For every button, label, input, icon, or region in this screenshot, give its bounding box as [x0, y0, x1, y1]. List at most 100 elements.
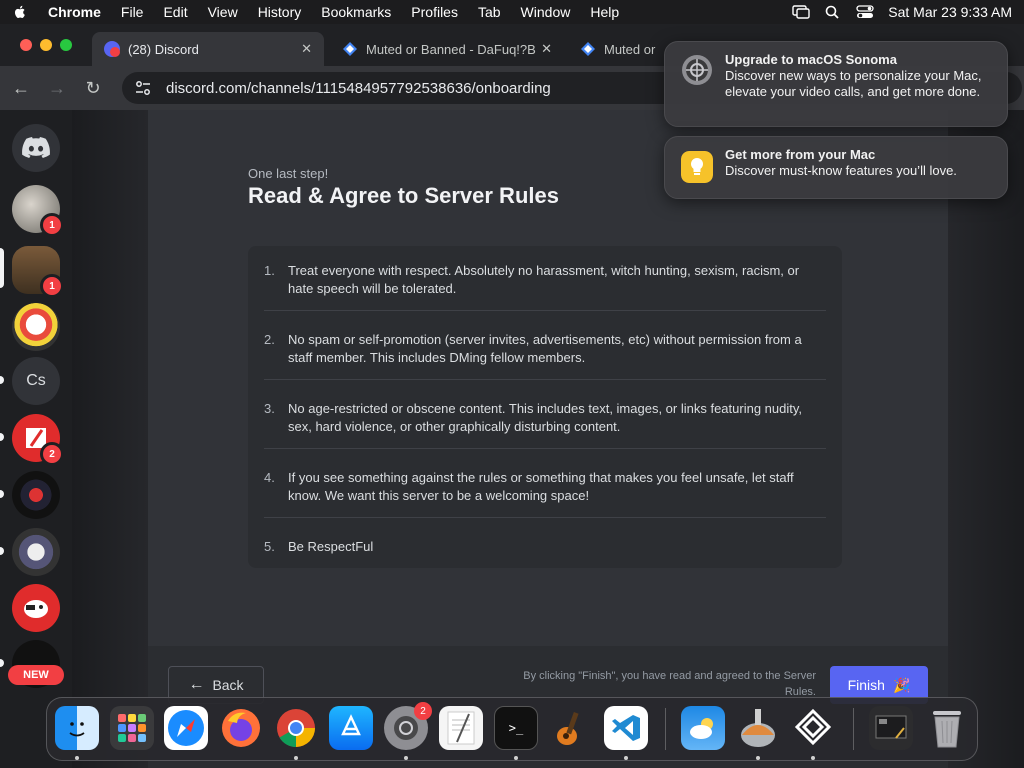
unread-pill	[0, 490, 4, 498]
minimize-window-button[interactable]	[40, 39, 52, 51]
close-window-button[interactable]	[20, 39, 32, 51]
rule-text: If you see something against the rules o…	[288, 470, 794, 503]
spotlight-search-icon[interactable]	[824, 5, 842, 19]
server-icon-8[interactable]	[12, 584, 60, 632]
server-icon-7[interactable]	[12, 528, 60, 576]
app-store-icon[interactable]	[329, 706, 373, 750]
server-icon-cs[interactable]: Cs	[12, 357, 60, 405]
menubar-clock[interactable]: Sat Mar 23 9:33 AM	[888, 4, 1012, 20]
rule-text: No age-restricted or obscene content. Th…	[288, 401, 803, 434]
mention-badge: 1	[40, 213, 64, 237]
terminal-icon[interactable]: >_	[494, 706, 538, 750]
tab-label: Muted or Ba	[604, 41, 656, 57]
running-indicator	[811, 756, 815, 760]
dock-separator	[665, 708, 666, 750]
screenshot-stack-icon[interactable]	[869, 706, 913, 750]
tab-muted-or-banned-2[interactable]: Muted or Ba	[568, 32, 668, 66]
server-icon-2[interactable]: 1	[12, 246, 64, 298]
menu-tab[interactable]: Tab	[478, 4, 501, 20]
screen-mirroring-icon[interactable]	[792, 5, 810, 19]
rule-item: 2. No spam or self-promotion (server inv…	[264, 331, 826, 367]
menu-view[interactable]: View	[208, 4, 238, 20]
close-tab-icon[interactable]: ✕	[301, 41, 312, 57]
macos-menu-bar: Chrome File Edit View History Bookmarks …	[0, 0, 1024, 24]
menu-file[interactable]: File	[121, 4, 144, 20]
close-tab-icon[interactable]: ✕	[541, 41, 552, 57]
system-settings-icon	[682, 55, 712, 85]
reload-button[interactable]: ↻	[78, 73, 108, 103]
unread-pill	[0, 376, 4, 384]
chrome-icon[interactable]	[274, 706, 318, 750]
textedit-icon[interactable]	[439, 706, 483, 750]
migration-assistant-icon[interactable]	[736, 706, 780, 750]
tab-muted-or-banned-1[interactable]: Muted or Banned - DaFuq!?B ✕	[330, 32, 564, 66]
rule-number: 5.	[264, 539, 275, 554]
forward-nav-button[interactable]: →	[42, 73, 72, 103]
notification-badge: 2	[414, 702, 432, 720]
back-nav-button[interactable]: ←	[6, 73, 36, 103]
apple-logo-icon[interactable]	[12, 4, 28, 20]
tab-discord[interactable]: (28) Discord ✕	[92, 32, 324, 66]
arrow-right-icon: →	[48, 77, 66, 98]
server-icon-5[interactable]: 2	[12, 414, 64, 466]
server-icon-1[interactable]: 1	[12, 185, 64, 237]
server-initials: Cs	[26, 372, 46, 389]
url-text: discord.com/channels/1115484957792538636…	[166, 79, 551, 97]
tab-label: Muted or Banned - DaFuq!?B	[366, 41, 536, 57]
finder-icon[interactable]	[55, 706, 99, 750]
rule-divider	[264, 517, 826, 518]
unread-pill	[0, 547, 4, 555]
server-icon-3[interactable]	[12, 303, 60, 351]
server-icon-6[interactable]	[12, 471, 60, 519]
unread-pill	[0, 433, 4, 441]
weather-icon[interactable]	[681, 706, 725, 750]
notification-title: Upgrade to macOS Sonoma	[725, 52, 897, 67]
window-controls	[20, 39, 72, 51]
dafuq-favicon-icon	[581, 42, 595, 56]
trash-icon[interactable]	[925, 706, 969, 750]
zoom-window-button[interactable]	[60, 39, 72, 51]
system-settings-dock-icon[interactable]: 2	[384, 702, 432, 750]
arrow-left-icon: ←	[188, 676, 205, 693]
mention-badge: 2	[40, 442, 64, 466]
discord-favicon-icon	[104, 41, 120, 57]
discord-logo-icon	[22, 137, 50, 158]
arrow-left-icon: ←	[12, 77, 30, 98]
rule-item: 3. No age-restricted or obscene content.…	[264, 400, 826, 436]
discord-home-button[interactable]	[12, 124, 60, 172]
rule-number: 1.	[264, 263, 275, 278]
rule-divider	[264, 310, 826, 311]
discord-app: 1 1 Cs 2 NEW One last step! Read & Agree…	[0, 110, 1024, 768]
running-indicator	[514, 756, 518, 760]
dock-separator	[853, 708, 854, 750]
menu-help[interactable]: Help	[590, 4, 619, 20]
rule-item: 4. If you see something against the rule…	[264, 469, 826, 505]
rule-number: 3.	[264, 401, 275, 416]
page-title: Read & Agree to Server Rules	[248, 183, 559, 208]
party-popper-icon: 🎉	[892, 676, 911, 693]
rule-item: 5. Be RespectFul	[264, 538, 826, 556]
menu-app-chrome[interactable]: Chrome	[48, 4, 101, 20]
notification-tips[interactable]: Get more from your Mac Discover must-kno…	[664, 136, 1008, 199]
menu-profiles[interactable]: Profiles	[411, 4, 458, 20]
menu-edit[interactable]: Edit	[163, 4, 187, 20]
firefox-icon[interactable]	[219, 706, 263, 750]
obs-icon[interactable]	[791, 706, 835, 750]
new-servers-badge: NEW	[8, 665, 64, 685]
vscode-icon[interactable]	[604, 706, 648, 750]
menu-window[interactable]: Window	[521, 4, 571, 20]
pirate-face-icon	[24, 600, 48, 618]
menu-history[interactable]: History	[258, 4, 302, 20]
site-info-icon[interactable]	[134, 79, 152, 97]
notification-body: Discover must-know features you’ll love.	[725, 163, 957, 178]
consent-text: By clicking "Finish", you have read and …	[523, 670, 816, 698]
control-center-icon[interactable]	[856, 5, 874, 19]
garageband-icon[interactable]	[549, 706, 593, 750]
menu-bookmarks[interactable]: Bookmarks	[321, 4, 391, 20]
rule-text: No spam or self-promotion (server invite…	[288, 332, 802, 365]
safari-icon[interactable]	[164, 706, 208, 750]
launchpad-icon[interactable]	[110, 706, 154, 750]
rule-item: 1. Treat everyone with respect. Absolute…	[264, 262, 826, 298]
notification-macos-sonoma[interactable]: Upgrade to macOS Sonoma Discover new way…	[664, 41, 1008, 127]
running-indicator	[624, 756, 628, 760]
